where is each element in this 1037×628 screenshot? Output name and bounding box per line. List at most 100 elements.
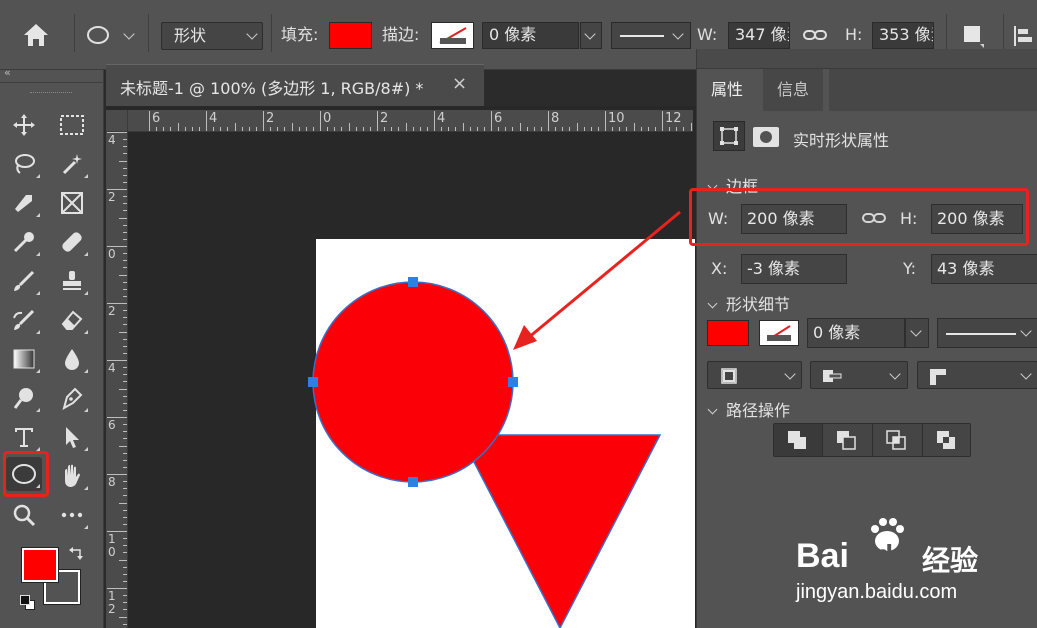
ruler-tick <box>419 127 421 131</box>
gradient-tool-icon[interactable] <box>6 342 42 376</box>
crop-tool-icon[interactable] <box>6 186 42 220</box>
more-tools-icon[interactable] <box>54 498 90 532</box>
healing-brush-icon[interactable] <box>54 225 90 259</box>
intersect-shapes-button[interactable] <box>873 424 923 456</box>
shape-properties-icon[interactable] <box>713 121 745 151</box>
document-tab[interactable]: 未标题-1 @ 100% (多边形 1, RGB/8#) * × <box>106 64 484 106</box>
exclude-overlap-button[interactable] <box>923 424 971 456</box>
ruler-tick <box>123 431 127 433</box>
eraser-tool-icon[interactable] <box>54 303 90 337</box>
ruler-tick <box>654 127 656 131</box>
baidu-watermark: Bai du 经验 jingyan.baidu.com <box>790 515 1037 610</box>
tab-properties-label: 属性 <box>711 80 744 99</box>
close-icon[interactable]: × <box>452 73 467 94</box>
ruler-tick <box>369 127 371 131</box>
combine-shapes-button[interactable] <box>774 424 823 456</box>
path-alignment-icon[interactable] <box>1012 24 1034 48</box>
ruler-tick <box>156 127 158 131</box>
lasso-tool-icon[interactable] <box>6 147 42 181</box>
section-path-operations[interactable]: 路径操作 <box>707 397 790 421</box>
stroke-align-select[interactable] <box>707 361 802 389</box>
section-shape-details[interactable]: 形状细节 <box>707 291 790 315</box>
stroke-width-dropdown[interactable] <box>580 22 602 49</box>
ruler-tick <box>119 217 127 219</box>
ruler-tick <box>123 210 127 212</box>
move-tool-icon[interactable] <box>6 108 42 142</box>
stamp-tool-icon[interactable] <box>54 264 90 298</box>
stroke-corners-select[interactable] <box>917 361 1037 389</box>
width-field[interactable]: 347 像素 <box>728 22 790 49</box>
fill-swatch[interactable] <box>329 22 372 49</box>
collapse-panel-icon[interactable]: « <box>4 66 11 79</box>
watermark-brand-cn: 经验 <box>922 544 979 577</box>
frame-tool-icon[interactable] <box>54 186 90 220</box>
document-tab-title: 未标题-1 @ 100% (多边形 1, RGB/8#) * <box>120 79 424 98</box>
path-selection-icon[interactable] <box>54 420 90 454</box>
shape-fill-swatch[interactable] <box>707 320 749 346</box>
stroke-caps-select[interactable] <box>810 361 908 389</box>
ruler-tick <box>123 552 127 554</box>
ruler-tick <box>519 123 521 131</box>
vertical-ruler[interactable]: 4 2 0 2 4 6 8 1 0 1 2 <box>106 110 128 628</box>
x-field[interactable]: -3 像素 <box>741 254 847 284</box>
foreground-color-swatch[interactable] <box>21 547 59 583</box>
subtract-shapes-button[interactable] <box>823 424 873 456</box>
swap-colors-icon[interactable] <box>68 544 86 562</box>
default-colors-icon[interactable] <box>20 595 36 611</box>
ruler-tick <box>690 123 692 131</box>
chevron-down-icon[interactable] <box>123 28 135 40</box>
stroke-swatch[interactable] <box>431 22 474 49</box>
ruler-label: 8 <box>108 475 116 489</box>
tool-mode-select[interactable]: 形状 <box>161 22 263 50</box>
stroke-width-field[interactable]: 0 像素 <box>482 22 579 49</box>
dodge-tool-icon[interactable] <box>6 381 42 415</box>
ruler-tick <box>270 127 272 131</box>
shape-stroke-swatch[interactable] <box>759 320 799 346</box>
ellipse-tool-icon[interactable] <box>86 24 112 46</box>
chevron-down-icon <box>1020 325 1032 337</box>
ruler-tick <box>123 338 127 340</box>
tool-mode-value: 形状 <box>174 26 207 45</box>
hand-tool-icon[interactable] <box>54 459 90 493</box>
zoom-tool-icon[interactable] <box>6 498 42 532</box>
ruler-tick <box>123 516 127 518</box>
ruler-tick <box>562 127 564 131</box>
path-operations-icon[interactable] <box>964 26 984 48</box>
ruler-tick <box>662 111 663 131</box>
ruler-tick <box>391 127 393 131</box>
ruler-label: 1 2 <box>108 589 116 616</box>
mask-properties-icon[interactable] <box>753 127 779 147</box>
shape-stroke-width-dropdown[interactable] <box>905 318 929 348</box>
blur-tool-icon[interactable] <box>54 342 90 376</box>
tab-properties[interactable]: 属性 <box>697 69 758 111</box>
pen-tool-icon[interactable] <box>54 381 90 415</box>
ruler-tick <box>123 260 127 262</box>
ruler-tick <box>213 127 215 131</box>
brush-tool-icon[interactable] <box>6 264 42 298</box>
shape-stroke-type-select[interactable] <box>937 318 1037 348</box>
marquee-tool-icon[interactable] <box>54 108 90 142</box>
tab-info[interactable]: 信息 <box>763 69 824 111</box>
home-icon[interactable] <box>22 22 50 48</box>
canvas[interactable] <box>130 133 695 628</box>
ruler-label: 10 <box>608 111 625 126</box>
ruler-tick <box>305 127 307 131</box>
ruler-tick <box>683 127 685 131</box>
horizontal-ruler[interactable]: 6 4 2 0 2 4 6 8 10 12 <box>128 110 693 132</box>
ruler-tick <box>123 424 127 426</box>
history-brush-icon[interactable] <box>6 303 42 337</box>
type-tool-icon[interactable] <box>6 420 42 454</box>
ruler-tick <box>206 111 207 131</box>
magic-wand-icon[interactable] <box>54 147 90 181</box>
ruler-tick <box>123 238 127 240</box>
ruler-tick <box>348 123 350 131</box>
shape-stroke-width-field[interactable]: 0 像素 <box>807 318 905 348</box>
y-field[interactable]: 43 像素 <box>931 254 1037 284</box>
ruler-tick <box>119 331 127 333</box>
ruler-tick <box>227 127 229 131</box>
eyedropper-tool-icon[interactable] <box>6 225 42 259</box>
height-field[interactable]: 353 像素 <box>872 22 934 49</box>
link-icon[interactable] <box>802 26 828 44</box>
stroke-type-select[interactable] <box>611 22 691 49</box>
circle-shape <box>312 281 514 483</box>
